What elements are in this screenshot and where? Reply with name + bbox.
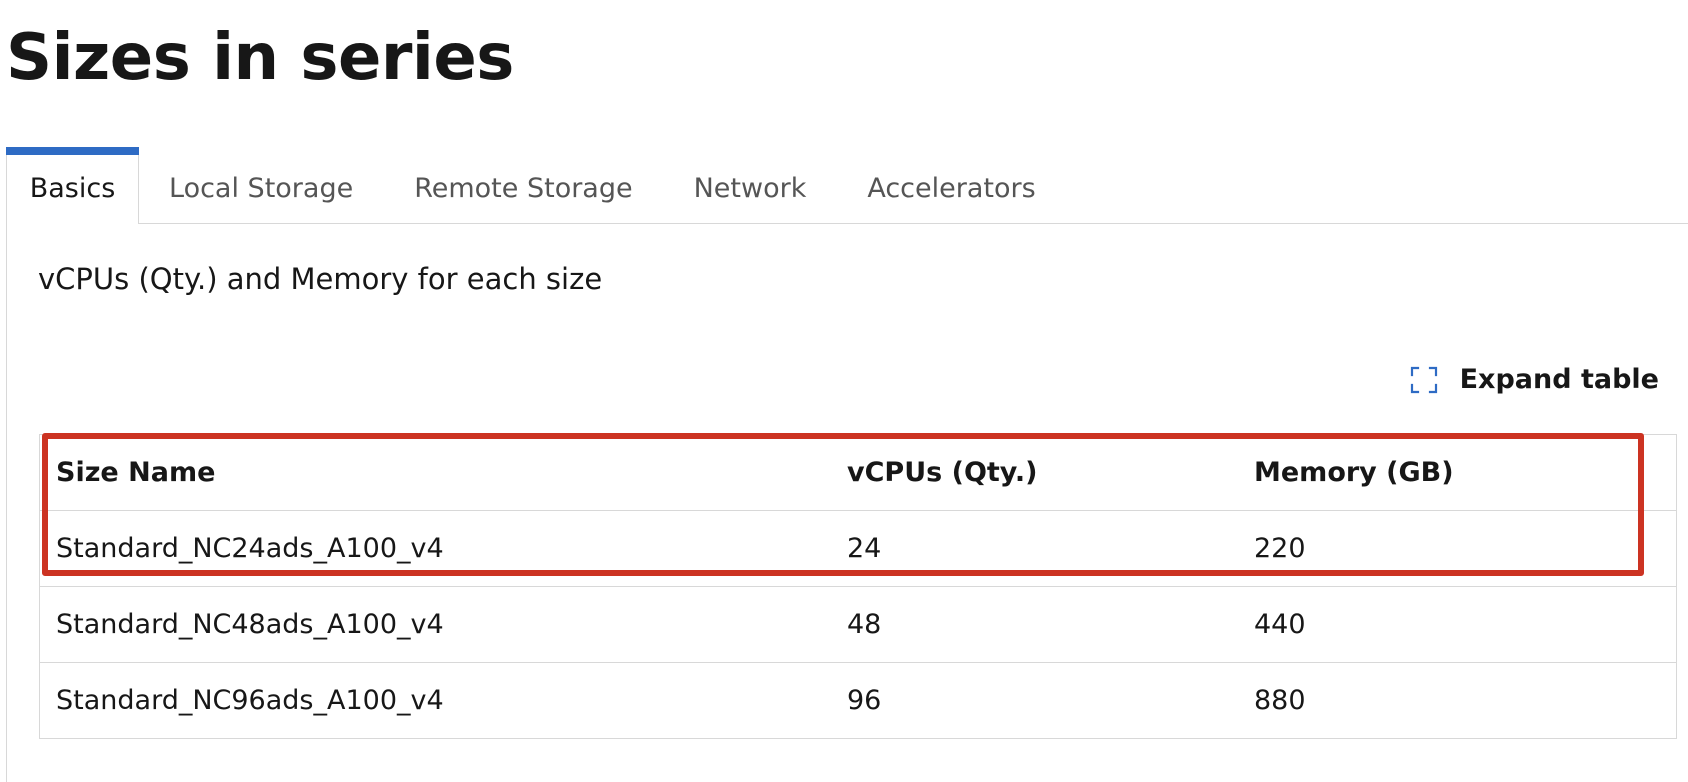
tab-local-storage[interactable]: Local Storage (169, 147, 353, 223)
table-row: Standard_NC96ads_A100_v4 96 880 (39, 662, 1677, 739)
tab-basics[interactable]: Basics (6, 147, 139, 224)
sizes-table: Size Name vCPUs (Qty.) Memory (GB) Stand… (39, 434, 1677, 739)
tab-label: Local Storage (169, 172, 354, 204)
tab-label: Network (693, 172, 807, 204)
expand-table-label: Expand table (1459, 364, 1659, 395)
tab-panel-basics: vCPUs (Qty.) and Memory for each size Ex… (6, 224, 1688, 782)
tab-remote-storage[interactable]: Remote Storage (414, 147, 632, 223)
table-header-row: Size Name vCPUs (Qty.) Memory (GB) (39, 434, 1677, 511)
tab-accelerators[interactable]: Accelerators (867, 147, 1035, 223)
memory-cell: 220 (1238, 510, 1677, 587)
page: Sizes in series Basics Local Storage Rem… (0, 0, 1688, 782)
size-name-cell: Standard_NC96ads_A100_v4 (39, 662, 831, 739)
table-row: Standard_NC24ads_A100_v4 24 220 (39, 510, 1677, 587)
tab-label: Accelerators (867, 172, 1036, 204)
vcpus-cell: 96 (831, 662, 1238, 739)
tab-label: Remote Storage (414, 172, 633, 204)
column-header-memory: Memory (GB) (1238, 434, 1677, 511)
memory-cell: 880 (1238, 662, 1677, 739)
size-name-cell: Standard_NC48ads_A100_v4 (39, 586, 831, 663)
expand-icon (1410, 366, 1437, 393)
vcpus-cell: 48 (831, 586, 1238, 663)
column-header-size-name: Size Name (39, 434, 831, 511)
page-title: Sizes in series (6, 21, 514, 95)
expand-table-button[interactable]: Expand table (1410, 364, 1659, 395)
table-row: Standard_NC48ads_A100_v4 48 440 (39, 586, 1677, 663)
section-heading: vCPUs (Qty.) and Memory for each size (38, 262, 603, 296)
size-name-cell: Standard_NC24ads_A100_v4 (39, 510, 831, 587)
memory-cell: 440 (1238, 586, 1677, 663)
tab-bar: Basics Local Storage Remote Storage Netw… (6, 147, 1688, 224)
tab-network[interactable]: Network (694, 147, 807, 223)
vcpus-cell: 24 (831, 510, 1238, 587)
tab-label: Basics (29, 173, 116, 204)
column-header-vcpus: vCPUs (Qty.) (831, 434, 1238, 511)
